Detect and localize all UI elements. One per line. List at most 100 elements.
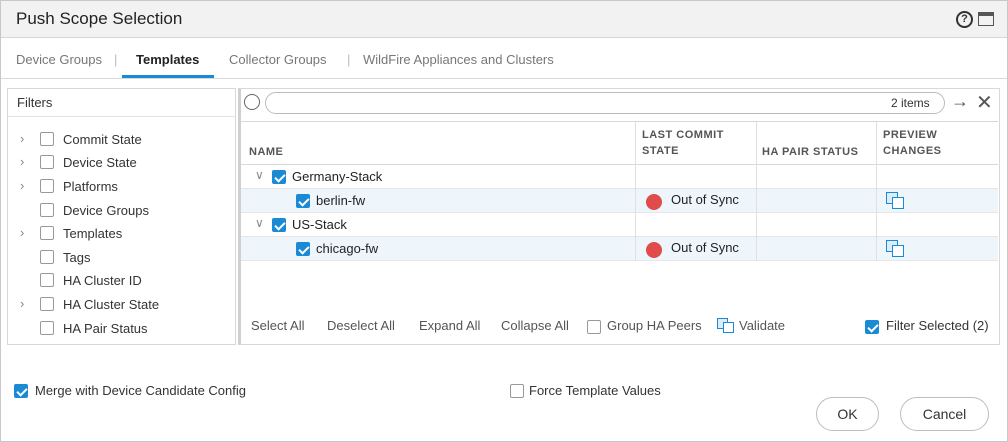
validate-button[interactable]: Validate xyxy=(739,318,785,333)
filter-checkbox[interactable] xyxy=(40,321,54,335)
row-checkbox[interactable] xyxy=(296,194,310,208)
filter-device-state[interactable]: › Device State xyxy=(8,151,235,173)
column-divider xyxy=(635,122,636,166)
row-checkbox[interactable] xyxy=(272,218,286,232)
devices-grid-panel: 2 items → ✕ NAME LAST COMMIT STATE HA PA… xyxy=(238,88,1000,345)
row-name: Germany-Stack xyxy=(292,169,383,184)
col-header-last-commit-state-2[interactable]: STATE xyxy=(642,144,679,158)
filter-label: Tags xyxy=(63,250,91,265)
filter-checkbox[interactable] xyxy=(40,155,54,169)
preview-changes-icon[interactable] xyxy=(886,192,906,210)
filter-device-groups[interactable]: Device Groups xyxy=(8,199,235,221)
filter-selected-label[interactable]: Filter Selected (2) xyxy=(886,318,989,333)
close-icon[interactable]: ✕ xyxy=(976,90,993,115)
filter-label: HA Pair Status xyxy=(63,321,148,336)
filter-label: Templates xyxy=(63,226,123,241)
row-name: US-Stack xyxy=(292,217,347,232)
column-divider xyxy=(876,165,877,189)
filter-ha-pair-status[interactable]: HA Pair Status xyxy=(8,317,235,339)
col-header-name[interactable]: NAME xyxy=(249,145,283,159)
commit-state: Out of Sync xyxy=(671,192,739,207)
out-of-sync-status-icon xyxy=(646,194,662,210)
col-header-ha-pair-status[interactable]: HA PAIR STATUS xyxy=(762,145,858,159)
filter-checkbox[interactable] xyxy=(40,203,54,217)
filter-label: Platforms xyxy=(63,179,118,194)
filter-ha-cluster-state[interactable]: › HA Cluster State xyxy=(8,293,235,315)
chevron-down-icon[interactable]: ∨ xyxy=(255,216,264,230)
column-divider xyxy=(876,189,877,213)
filter-platforms[interactable]: › Platforms xyxy=(8,175,235,197)
column-divider xyxy=(635,165,636,189)
cancel-button[interactable]: Cancel xyxy=(900,397,989,431)
chevron-right-icon[interactable]: › xyxy=(20,178,24,193)
validate-icon[interactable] xyxy=(717,318,735,334)
push-scope-dialog: Push Scope Selection ? Device Groups | T… xyxy=(0,0,1008,442)
arrow-right-icon[interactable]: → xyxy=(951,91,969,112)
filters-panel: Filters › Commit State › Device State › … xyxy=(7,88,236,345)
group-ha-peers-checkbox[interactable] xyxy=(587,320,601,334)
filter-checkbox[interactable] xyxy=(40,250,54,264)
deselect-all-button[interactable]: Deselect All xyxy=(327,318,395,333)
force-template-values-label[interactable]: Force Template Values xyxy=(529,383,661,398)
search-input[interactable] xyxy=(265,92,945,114)
filter-checkbox[interactable] xyxy=(40,179,54,193)
group-ha-peers-label[interactable]: Group HA Peers xyxy=(607,318,702,333)
tab-wildfire-appliances[interactable]: WildFire Appliances and Clusters xyxy=(363,52,554,67)
filter-tags[interactable]: Tags xyxy=(8,246,235,268)
out-of-sync-status-icon xyxy=(646,242,662,258)
filter-commit-state[interactable]: › Commit State xyxy=(8,128,235,150)
filter-templates[interactable]: › Templates xyxy=(8,222,235,244)
question-circle-icon[interactable]: ? xyxy=(956,11,973,28)
col-header-preview-changes-1[interactable]: PREVIEW xyxy=(883,128,937,142)
row-checkbox[interactable] xyxy=(296,242,310,256)
merge-candidate-config-label[interactable]: Merge with Device Candidate Config xyxy=(35,383,246,398)
row-name: chicago-fw xyxy=(316,241,379,256)
filter-ha-cluster-id[interactable]: HA Cluster ID xyxy=(8,269,235,291)
merge-candidate-config-checkbox[interactable] xyxy=(14,384,28,398)
tab-bar: Device Groups | Templates Collector Grou… xyxy=(1,39,1007,79)
chevron-right-icon[interactable]: › xyxy=(20,296,24,311)
commit-state: Out of Sync xyxy=(671,240,739,255)
chevron-right-icon[interactable]: › xyxy=(20,131,24,146)
chevron-down-icon[interactable]: ∨ xyxy=(255,168,264,182)
filter-label: HA Cluster ID xyxy=(63,273,142,288)
table-row[interactable]: ∨ Germany-Stack xyxy=(241,165,998,189)
filter-label: Device State xyxy=(63,155,137,170)
chevron-right-icon[interactable]: › xyxy=(20,225,24,240)
tab-separator: | xyxy=(347,52,351,67)
column-divider xyxy=(876,237,877,261)
items-count: 2 items xyxy=(891,96,930,110)
table-row[interactable]: chicago-fw Out of Sync xyxy=(241,237,998,261)
filters-title: Filters xyxy=(17,95,53,110)
column-divider xyxy=(756,213,757,237)
table-row[interactable]: ∨ US-Stack xyxy=(241,213,998,237)
filters-header: Filters xyxy=(8,89,235,117)
column-divider xyxy=(876,122,877,166)
tab-device-groups[interactable]: Device Groups xyxy=(16,52,102,67)
col-header-last-commit-state-1[interactable]: LAST COMMIT xyxy=(642,128,724,142)
filter-checkbox[interactable] xyxy=(40,226,54,240)
chevron-right-icon[interactable]: › xyxy=(20,154,24,169)
column-divider xyxy=(756,237,757,261)
row-name: berlin-fw xyxy=(316,193,366,208)
tab-templates[interactable]: Templates xyxy=(136,52,199,67)
filter-checkbox[interactable] xyxy=(40,132,54,146)
tab-collector-groups[interactable]: Collector Groups xyxy=(229,52,327,67)
dialog-title: Push Scope Selection xyxy=(16,9,183,28)
force-template-values-checkbox[interactable] xyxy=(510,384,524,398)
table-header: NAME LAST COMMIT STATE HA PAIR STATUS PR… xyxy=(241,121,998,166)
search-icon xyxy=(244,94,260,110)
filter-selected-checkbox[interactable] xyxy=(865,320,879,334)
filter-checkbox[interactable] xyxy=(40,297,54,311)
select-all-button[interactable]: Select All xyxy=(251,318,304,333)
table-row[interactable]: berlin-fw Out of Sync xyxy=(241,189,998,213)
preview-changes-icon[interactable] xyxy=(886,240,906,258)
maximize-icon[interactable] xyxy=(978,12,994,26)
col-header-preview-changes-2[interactable]: CHANGES xyxy=(883,144,942,158)
expand-all-button[interactable]: Expand All xyxy=(419,318,480,333)
row-checkbox[interactable] xyxy=(272,170,286,184)
collapse-all-button[interactable]: Collapse All xyxy=(501,318,569,333)
filter-checkbox[interactable] xyxy=(40,273,54,287)
filter-label: Commit State xyxy=(63,132,142,147)
ok-button[interactable]: OK xyxy=(816,397,879,431)
